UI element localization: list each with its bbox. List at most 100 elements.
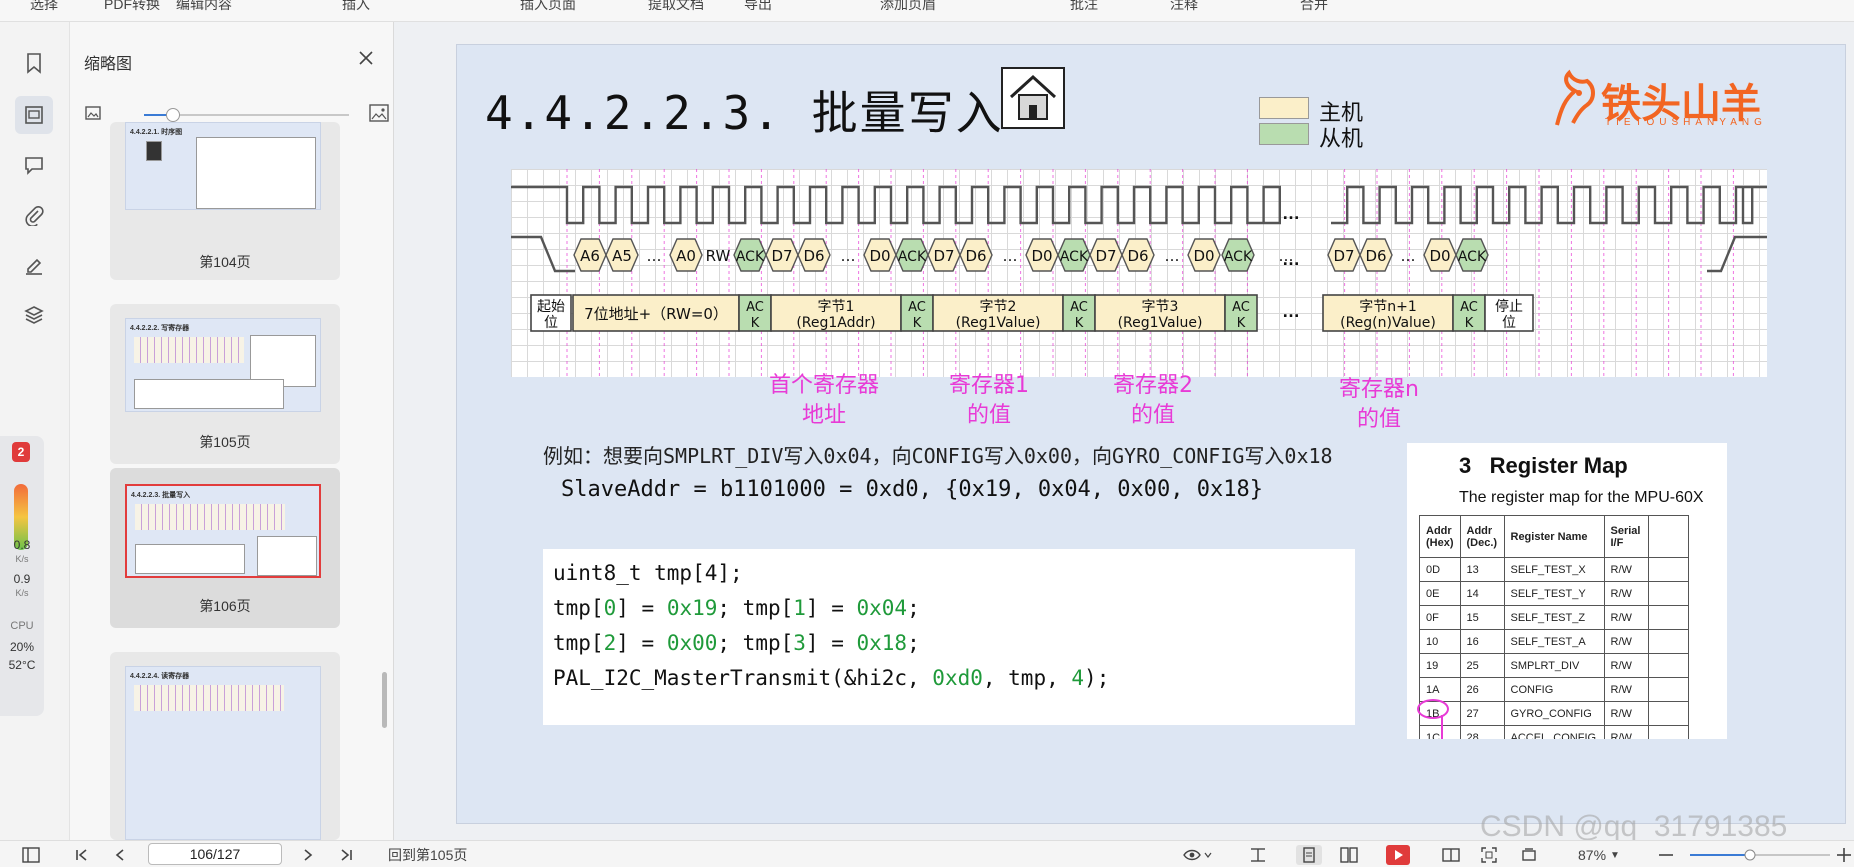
annotation-line: 寄存器2 <box>1113 373 1193 398</box>
table-row: 1B 27 GYRO_CONFIG R/W <box>1419 701 1689 726</box>
last-page-icon[interactable] <box>336 845 356 865</box>
thumbnail-page-106[interactable]: 4.4.2.2.3. 批量写入 第106页 <box>110 468 340 628</box>
code-token: ] = <box>616 631 667 655</box>
pdf-page: 4.4.2.2.3. 批量写入 铁头山羊 TIETOUSHANYANG 主机 从… <box>456 44 1846 824</box>
bookmark-icon[interactable] <box>15 44 53 82</box>
table-row: 0D 13 SELF_TEST_X R/W <box>1419 557 1689 582</box>
single-page-icon[interactable] <box>1296 845 1322 865</box>
toggle-sidebar-icon[interactable] <box>20 845 42 865</box>
attachment-icon[interactable] <box>15 196 53 234</box>
document-canvas[interactable]: 4.4.2.2.3. 批量写入 铁头山羊 TIETOUSHANYANG 主机 从… <box>394 22 1854 840</box>
down-arrow-icon <box>1441 715 1443 739</box>
zoom-level-dropdown[interactable]: 87% ▼ <box>1578 845 1620 865</box>
fit-width-icon[interactable] <box>1248 845 1268 865</box>
back-to-page-link[interactable]: 回到第105页 <box>388 845 467 865</box>
toolbar-export-button[interactable]: 导出 <box>744 0 772 14</box>
toolbar-merge-button[interactable]: 合并 <box>1300 0 1328 14</box>
play-icon[interactable] <box>1386 845 1410 865</box>
thumbnail-preview: 4.4.2.2.3. 批量写入 <box>125 484 321 578</box>
prev-page-icon[interactable] <box>110 845 130 865</box>
code-number-token: 0x19 <box>666 596 718 620</box>
register-cell: 10 <box>1419 629 1461 654</box>
comment-icon[interactable] <box>15 146 53 184</box>
table-row: 0E 14 SELF_TEST_Y R/W <box>1419 581 1689 606</box>
frame-label: 位 <box>544 315 558 331</box>
code-token: tmp[ <box>553 596 604 620</box>
bit-label: D6 <box>803 247 824 265</box>
legend-swatch-slave <box>1259 123 1309 145</box>
small-image-icon[interactable] <box>84 104 102 127</box>
bit-label: A5 <box>612 247 632 265</box>
register-cell: 27 <box>1459 701 1505 726</box>
toolbar-insert-button[interactable]: 插入 <box>342 0 370 14</box>
thumbnail-mini-title: 4.4.2.2.1. 时序图 <box>130 129 183 136</box>
layers-icon[interactable] <box>15 296 53 334</box>
thumbnail-page-107[interactable]: 4.4.2.2.4. 读寄存器 <box>110 652 340 840</box>
frame-label: (Reg1Value) <box>1118 315 1203 331</box>
status-bar: 回到第105页 87% ▼ <box>0 840 1854 867</box>
toolbar-select-button[interactable]: 选择 <box>30 0 58 14</box>
annotation-line: 的值 <box>966 403 1011 428</box>
ellipsis-label: … <box>1282 301 1300 321</box>
toolbar-edit-button[interactable]: 编辑内容 <box>176 0 232 14</box>
code-token: ] = <box>805 596 857 620</box>
thumbnail-preview: 4.4.2.2.1. 时序图 <box>125 122 321 210</box>
close-icon[interactable] <box>354 46 378 70</box>
toolbar-note-button[interactable]: 注释 <box>1170 0 1198 14</box>
code-line: PAL_I2C_MasterTransmit(&hi2c, 0xd0, tmp,… <box>553 666 1109 690</box>
toolbar-annotate-button[interactable]: 批注 <box>1070 0 1098 14</box>
register-map-excerpt: 3 Register Map The register map for the … <box>1407 443 1727 739</box>
register-cell: SELF_TEST_X <box>1503 557 1605 582</box>
annotation-line: 的值 <box>1130 403 1175 428</box>
zoom-slider[interactable] <box>1690 845 1830 865</box>
bit-label: A6 <box>580 247 600 265</box>
bit-label: ACK <box>1224 249 1253 265</box>
zoom-out-icon[interactable] <box>1656 845 1676 865</box>
code-token: tmp[ <box>553 631 604 655</box>
signature-icon[interactable] <box>15 246 53 284</box>
bit-label: … <box>1165 247 1180 265</box>
two-page-icon[interactable] <box>1338 845 1360 865</box>
eye-mode-icon[interactable] <box>1180 845 1216 865</box>
register-cell: 1A <box>1419 677 1461 702</box>
large-image-icon[interactable] <box>368 102 390 129</box>
thumbnail-label: 第105页 <box>199 434 251 450</box>
register-cell <box>1647 677 1689 702</box>
code-line: tmp[2] = 0x00; tmp[3] = 0x18; <box>553 631 920 655</box>
register-map-section-number: 3 <box>1459 453 1472 478</box>
toolbar-insert-page-button[interactable]: 插入页面 <box>520 0 576 14</box>
register-map-heading: Register Map <box>1489 453 1628 478</box>
frame-label: (Reg1Value) <box>956 315 1041 331</box>
frame-label: K <box>1237 316 1246 331</box>
thumbnail-page-105[interactable]: 4.4.2.2.2. 写寄存器 第105页 <box>110 304 340 464</box>
page-number-input[interactable] <box>148 843 282 865</box>
register-cell: 16 <box>1459 629 1505 654</box>
home-icon[interactable] <box>1001 67 1065 129</box>
thumbnail-scrollbar[interactable] <box>382 672 387 728</box>
toolbar-extract-button[interactable]: 提取文档 <box>648 0 704 14</box>
reading-mode-icon[interactable] <box>1440 845 1462 865</box>
toolbar-header-button[interactable]: 添加页眉 <box>880 0 936 14</box>
zoom-in-icon[interactable] <box>1836 845 1852 865</box>
thumbnail-page-104[interactable]: 4.4.2.2.1. 时序图 第104页 <box>110 122 340 280</box>
bit-label: ACK <box>898 249 927 265</box>
first-page-icon[interactable] <box>72 845 92 865</box>
register-header-cell: Addr (Dec.) <box>1459 515 1505 558</box>
register-cell: SELF_TEST_A <box>1503 629 1605 654</box>
screenshot-icon[interactable] <box>1478 845 1500 865</box>
slider-handle[interactable] <box>166 108 180 122</box>
next-page-icon[interactable] <box>298 845 318 865</box>
sda-bit-cells: A6 A5 … A0 RW ACK D7 D6 … D0 ACK D7 D6 … D0 ACK D7 D6 … D0 A… <box>573 238 1489 272</box>
system-monitor-widget[interactable]: 2 0.8 K/s 0.9 K/s CPU 20% 52°C <box>0 436 44 716</box>
register-cell: 19 <box>1419 653 1461 678</box>
rotate-icon[interactable] <box>1518 845 1540 865</box>
cpu-label: CPU <box>10 620 34 632</box>
logo-english-text: TIETOUSHANYANG <box>1605 117 1767 128</box>
thumbnail-icon[interactable] <box>15 96 53 134</box>
toolbar-pdf-convert-button[interactable]: PDF转换 <box>104 0 160 14</box>
register-cell: R/W <box>1603 725 1649 739</box>
example-description: 例如：想要向SMPLRT_DIV写入0x04，向CONFIG写入0x00，向GY… <box>543 444 1333 468</box>
sda-start <box>511 235 575 273</box>
thumbnail-size-slider[interactable] <box>144 108 349 122</box>
mini-waveform <box>134 685 284 711</box>
